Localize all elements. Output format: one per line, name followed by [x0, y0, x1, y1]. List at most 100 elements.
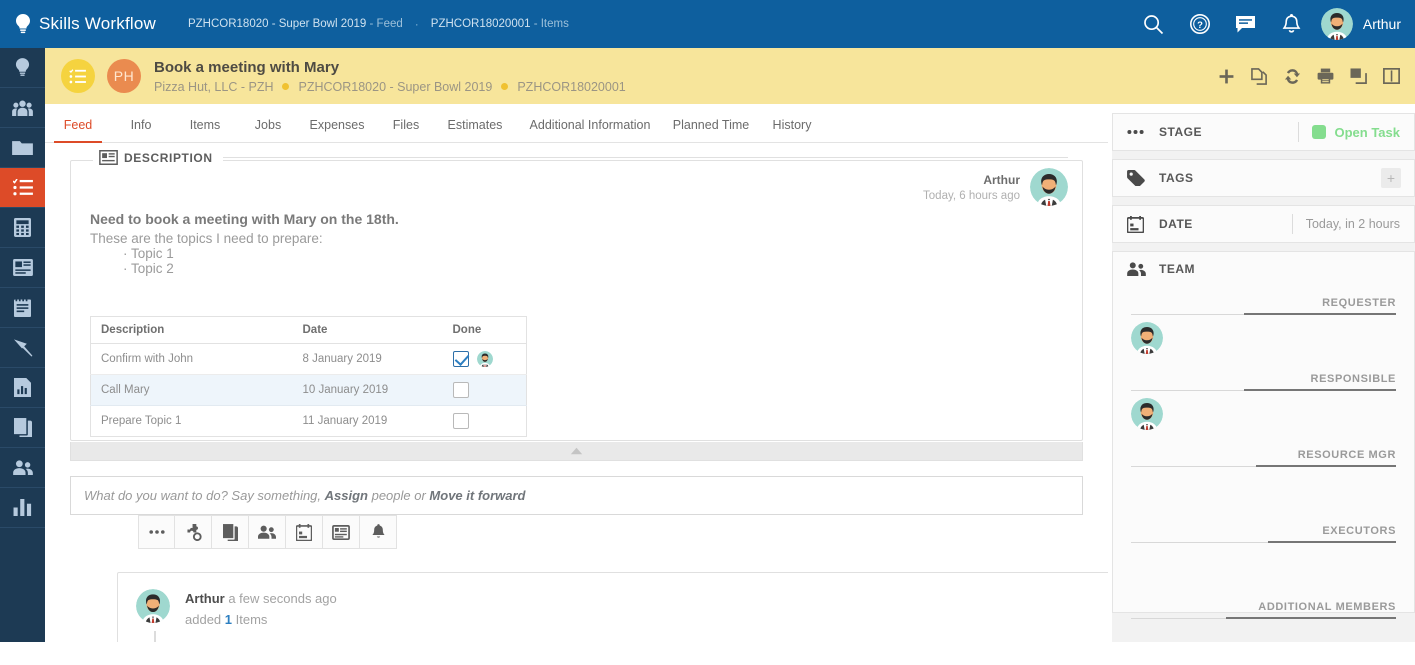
left-sidebar-nav: [0, 48, 45, 642]
placeholder-text-b: people or: [368, 488, 429, 503]
breadcrumb-item-2[interactable]: PZHCOR18020001 - Items: [431, 18, 569, 30]
table-row[interactable]: Prepare Topic 111 January 2019: [91, 406, 527, 437]
split-view-icon[interactable]: [1379, 61, 1403, 91]
calendar-icon[interactable]: [286, 515, 323, 549]
entity-type-icon[interactable]: [61, 59, 95, 93]
sidebar-item-folder[interactable]: [0, 128, 45, 168]
form-icon[interactable]: [323, 515, 360, 549]
sidebar-item-copy[interactable]: [0, 408, 45, 448]
add-tag-button[interactable]: +: [1381, 168, 1401, 188]
search-icon[interactable]: [1131, 0, 1177, 48]
brand-name[interactable]: Skills Workflow: [39, 14, 156, 34]
sidebar-item-tasks[interactable]: [0, 168, 45, 208]
breadcrumb-item-1[interactable]: PZHCOR18020 - Super Bowl 2019 - Feed: [188, 18, 403, 30]
done-checkbox[interactable]: [453, 351, 469, 367]
team-section-additional-members: ADDITIONAL MEMBERS: [1113, 589, 1414, 665]
tags-row[interactable]: TAGS +: [1112, 159, 1415, 197]
help-icon[interactable]: ?: [1177, 0, 1223, 48]
entity-subtitle-item[interactable]: PZHCOR18020001: [517, 80, 625, 94]
print-icon[interactable]: [1313, 61, 1337, 91]
sidebar-item-cards[interactable]: [0, 248, 45, 288]
table-row[interactable]: Call Mary10 January 2019: [91, 375, 527, 406]
sidebar-item-bar-chart[interactable]: [0, 488, 45, 528]
chat-icon[interactable]: [1223, 0, 1269, 48]
feed-author[interactable]: Arthur: [185, 591, 225, 606]
column-header-description: Description: [91, 317, 293, 344]
sidebar-filler: [0, 528, 45, 646]
copy-icon: [14, 418, 32, 437]
dot-separator-icon: [282, 83, 289, 90]
tab-items[interactable]: Items: [171, 118, 239, 142]
feed-item-card: Arthur a few seconds ago added 1 Items: [117, 572, 1108, 642]
team-section-label: ADDITIONAL MEMBERS: [1258, 601, 1396, 613]
bell-icon[interactable]: [1269, 0, 1315, 48]
description-header: DESCRIPTION: [93, 150, 1068, 165]
dot-separator-icon: [501, 83, 508, 90]
user-menu[interactable]: Arthur: [1321, 8, 1401, 40]
date-row[interactable]: DATE Today, in 2 hours: [1112, 205, 1415, 243]
feed-action-count[interactable]: 1: [225, 612, 232, 627]
team-section-members: [1113, 467, 1414, 513]
client-initials-avatar[interactable]: PH: [107, 59, 141, 93]
breadcrumb-item-2-sub: - Items: [534, 18, 569, 30]
stage-label: STAGE: [1159, 125, 1202, 139]
tab-history[interactable]: History: [757, 118, 827, 142]
tab-feed[interactable]: Feed: [45, 118, 111, 142]
done-checkbox[interactable]: [453, 413, 469, 429]
tab-info[interactable]: Info: [111, 118, 171, 142]
notepad-icon: [14, 298, 31, 317]
checklist-table: Description Date Done Confirm with John8…: [90, 316, 527, 437]
placeholder-text-a: What do you want to do? Say something,: [84, 488, 325, 503]
avatar[interactable]: [136, 589, 170, 623]
top-header-bar: Skills Workflow PZHCOR18020 - Super Bowl…: [0, 0, 1415, 48]
team-header: TEAM: [1113, 252, 1414, 285]
more-icon[interactable]: [138, 515, 175, 549]
bell-icon[interactable]: [360, 515, 397, 549]
sidebar-item-bulb[interactable]: [0, 48, 45, 88]
sidebar-item-notepad[interactable]: [0, 288, 45, 328]
window-icon[interactable]: [1346, 61, 1370, 91]
avatar[interactable]: [477, 351, 493, 367]
sidebar-item-umbrella[interactable]: [0, 328, 45, 368]
table-row[interactable]: Confirm with John8 January 2019: [91, 344, 527, 375]
tab-additional-information[interactable]: Additional Information: [515, 118, 665, 142]
avatar[interactable]: [1030, 168, 1068, 206]
people-icon[interactable]: [249, 515, 286, 549]
placeholder-assign-link[interactable]: Assign: [325, 488, 368, 503]
tab-planned-time[interactable]: Planned Time: [665, 118, 757, 142]
entity-subtitle-client[interactable]: Pizza Hut, LLC - PZH: [154, 80, 273, 94]
sidebar-item-calculator[interactable]: [0, 208, 45, 248]
section-underline: [1268, 541, 1396, 543]
tab-jobs[interactable]: Jobs: [239, 118, 297, 142]
entity-actions: [1205, 61, 1415, 91]
refresh-icon[interactable]: [1280, 61, 1304, 91]
divider: [1131, 542, 1396, 543]
team-section-resource-mgr: RESOURCE MGR: [1113, 437, 1414, 513]
details-side-panel: STAGE Open Task TAGS + DATE Today, in 2 …: [1112, 113, 1415, 642]
status-badge[interactable]: Open Task: [1312, 125, 1414, 140]
sidebar-item-report[interactable]: [0, 368, 45, 408]
placeholder-move-link[interactable]: Move it forward: [429, 488, 525, 503]
collapse-description-handle[interactable]: [70, 442, 1083, 461]
duplicate-icon[interactable]: [1247, 61, 1271, 91]
sidebar-item-users[interactable]: [0, 448, 45, 488]
done-checkbox[interactable]: [453, 382, 469, 398]
entity-subtitle: Pizza Hut, LLC - PZH PZHCOR18020 - Super…: [154, 80, 626, 94]
description-author-name: Arthur: [923, 173, 1020, 187]
description-label: DESCRIPTION: [124, 151, 223, 165]
attach-puzzle-icon[interactable]: [175, 515, 212, 549]
stage-row[interactable]: STAGE Open Task: [1112, 113, 1415, 151]
tab-files[interactable]: Files: [377, 118, 435, 142]
avatar[interactable]: [1131, 322, 1163, 354]
tab-label: Items: [171, 118, 239, 132]
entity-subtitle-project[interactable]: PZHCOR18020 - Super Bowl 2019: [298, 80, 492, 94]
tab-estimates[interactable]: Estimates: [435, 118, 515, 142]
bar-chart-icon: [13, 499, 32, 516]
comment-composer[interactable]: What do you want to do? Say something, A…: [70, 476, 1083, 515]
avatar[interactable]: [1131, 398, 1163, 430]
copy-icon[interactable]: [212, 515, 249, 549]
plus-icon[interactable]: [1214, 61, 1238, 91]
tab-expenses[interactable]: Expenses: [297, 118, 377, 142]
sidebar-item-people-group[interactable]: [0, 88, 45, 128]
section-underline: [1226, 617, 1396, 619]
